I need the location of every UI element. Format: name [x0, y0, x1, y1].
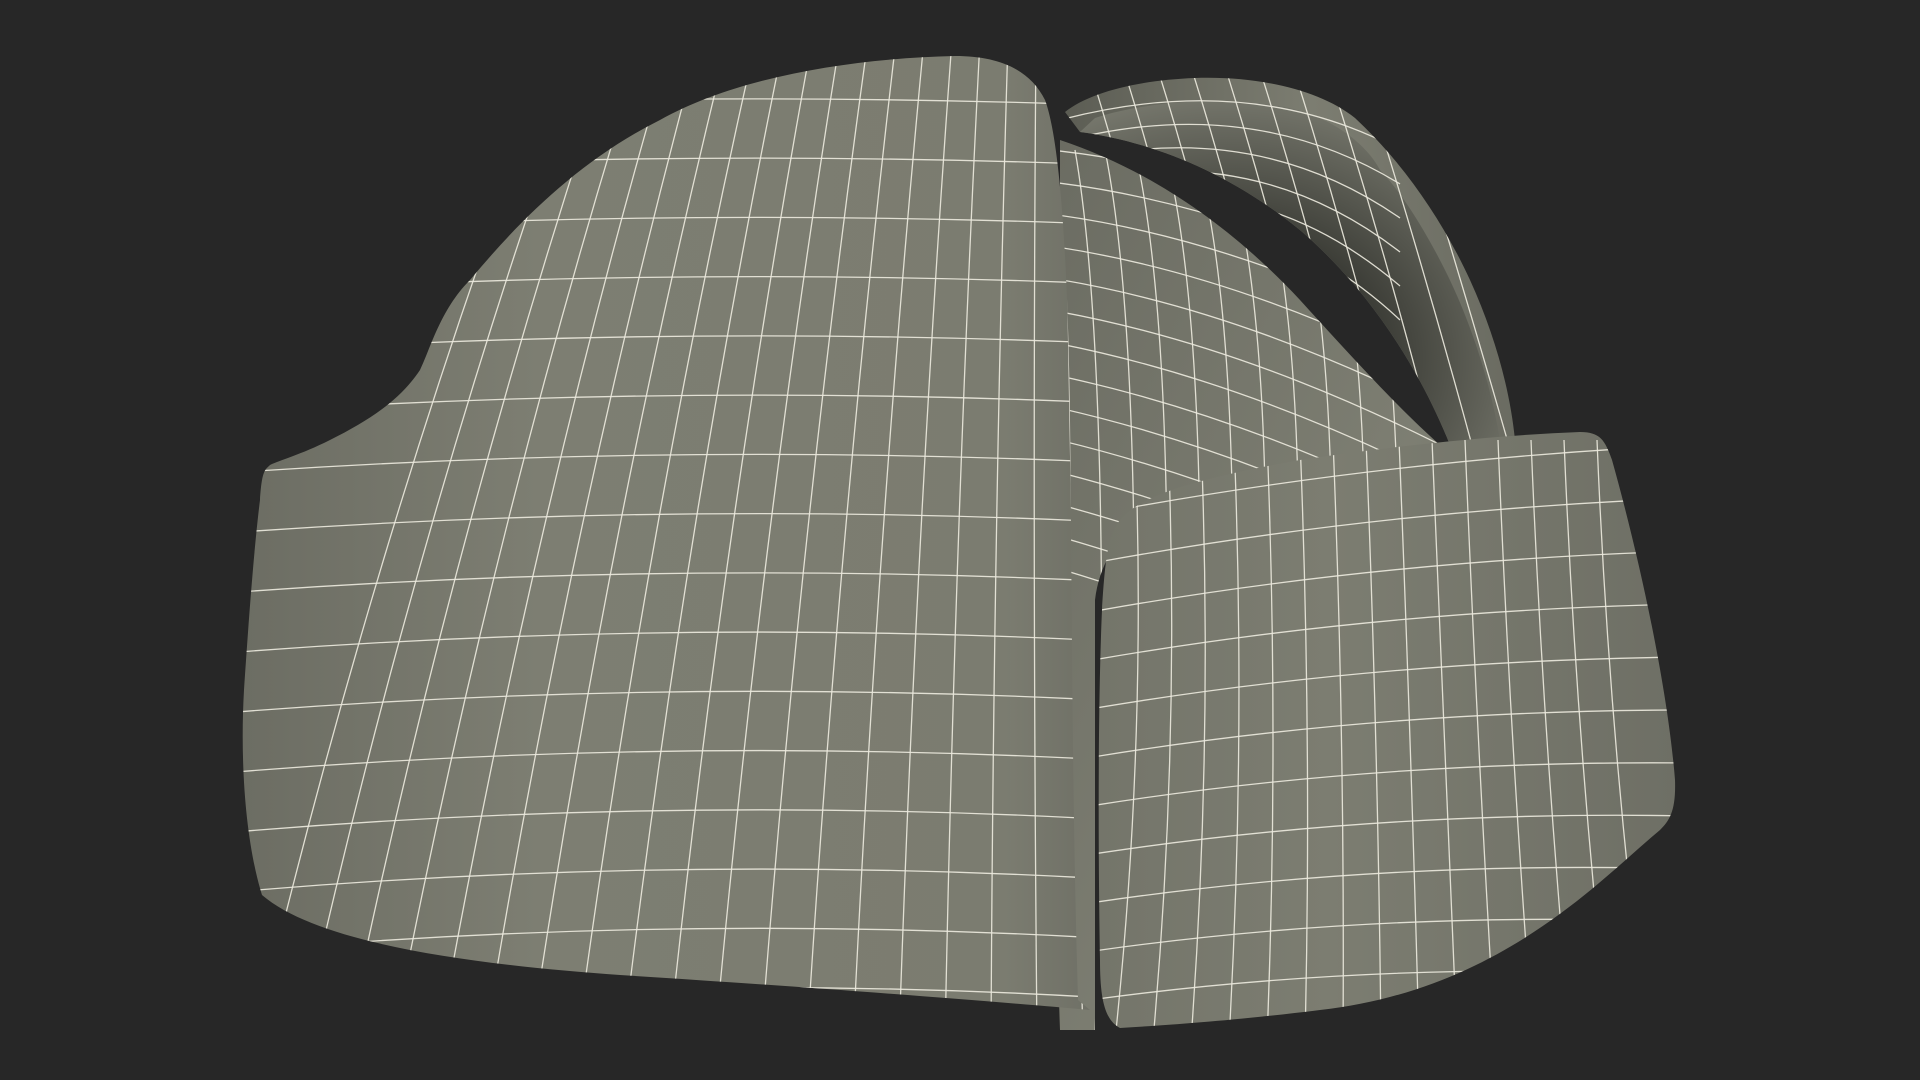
render-viewport — [0, 0, 1920, 1080]
left-ear-flap — [242, 56, 1090, 1010]
wireframe-hat-render — [242, 56, 1676, 1030]
right-ear-flap — [1098, 432, 1676, 1028]
mesh-edge — [242, 986, 1090, 1010]
mesh-edge — [1098, 1021, 1676, 1028]
right-ear-flap-surface — [1098, 432, 1676, 1028]
left-ear-flap-surface — [242, 56, 1090, 1010]
